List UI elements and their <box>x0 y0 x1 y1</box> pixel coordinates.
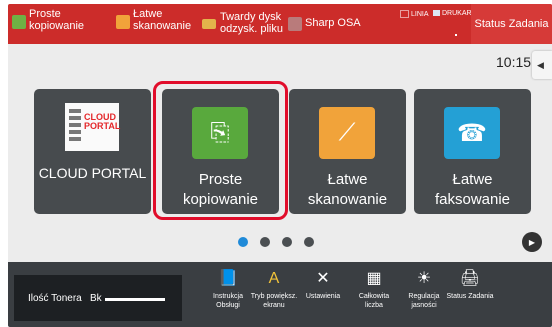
settings-icon: ✕ <box>316 270 330 287</box>
copy-icon <box>12 15 26 29</box>
toner-label: Ilość Tonera <box>28 293 82 304</box>
enlarge-display-icon: A <box>268 270 280 287</box>
brightness-icon: ☀ <box>416 270 432 287</box>
page-indicator <box>238 234 326 252</box>
tile-cloud-portal[interactable]: CLOUD PORTAL CLOUD PORTAL <box>34 89 151 214</box>
toner-meter <box>105 298 165 301</box>
cloud-portal-logo: CLOUD PORTAL <box>65 103 121 151</box>
scan-icon <box>116 15 130 29</box>
manual-label: Instrukcja Obsługi <box>213 293 243 309</box>
enlarge-display-label: Tryb powiększ. ekranu <box>250 293 298 309</box>
toner-color: Bk <box>90 293 102 304</box>
shortcut-sharp-osa[interactable]: Sharp OSA <box>288 8 378 40</box>
shortcut-easy-scan[interactable]: Łatwe skanowanie <box>116 8 208 40</box>
page-dot[interactable] <box>260 237 270 247</box>
small-dot <box>455 34 457 36</box>
job-status-label: Status Zadania <box>446 293 494 300</box>
settings-label: Ustawienia <box>305 293 341 300</box>
side-panel-tab[interactable]: ◀ <box>532 51 552 79</box>
toner-level-panel: Ilość Tonera Bk <box>14 275 182 321</box>
job-status-button[interactable]: Status Zadania <box>471 4 552 44</box>
shortcut-label: Łatwe skanowanie <box>133 8 192 32</box>
brightness-label: Regulacja jasności <box>408 293 440 309</box>
clock: 10:15 <box>496 54 532 70</box>
next-page-button[interactable]: ▶ <box>522 232 542 252</box>
fax-icon: ☎ <box>444 107 500 159</box>
home-screen: Proste kopiowanie Łatwe skanowanie Tward… <box>8 4 552 327</box>
manual-icon: 📘 <box>218 270 238 287</box>
tile-label: CLOUD PORTAL <box>38 165 147 181</box>
tile-easy-scan[interactable]: ⟋ Łatwe skanowanie <box>289 89 406 214</box>
page-dot[interactable] <box>304 237 314 247</box>
osa-icon <box>288 17 302 31</box>
shortcut-label: Twardy dysk odzysk. pliku <box>220 11 283 35</box>
line-indicator: LINIA <box>400 10 429 18</box>
job-status-bottom-button[interactable]: 🖨 Status Zadania <box>440 264 500 322</box>
tile-label: Łatwe skanowanie <box>307 171 388 208</box>
printer-indicator: DRUKARK <box>433 10 476 17</box>
tile-easy-fax[interactable]: ☎ Łatwe faksowanie <box>414 89 531 214</box>
bottom-bar: Ilość Tonera Bk 📘 Instrukcja Obsługi A T… <box>8 262 552 327</box>
selection-highlight <box>153 81 288 220</box>
job-status-icon: 🖨 <box>459 270 481 287</box>
page-dot[interactable] <box>238 237 248 247</box>
shortcut-label: Sharp OSA <box>305 17 361 29</box>
play-arrow-icon: ▶ <box>528 237 536 247</box>
cloud-portal-logo-text: CLOUD PORTAL <box>84 112 121 131</box>
tile-label: Łatwe faksowanie <box>434 171 511 208</box>
shortcut-simple-copy[interactable]: Proste kopiowanie <box>12 8 112 40</box>
scan-icon: ⟋ <box>319 107 375 159</box>
top-bar: Proste kopiowanie Łatwe skanowanie Tward… <box>8 4 552 44</box>
page-dot[interactable] <box>282 237 292 247</box>
total-count-label: Całkowita liczba <box>358 293 390 309</box>
counter-icon: ▦ <box>366 270 382 287</box>
side-tab-arrow-icon: ◀ <box>537 60 544 70</box>
shortcut-hdd-retrieve[interactable]: Twardy dysk odzysk. pliku <box>202 8 292 40</box>
folder-icon <box>202 19 216 29</box>
shortcut-label: Proste kopiowanie <box>29 8 85 32</box>
